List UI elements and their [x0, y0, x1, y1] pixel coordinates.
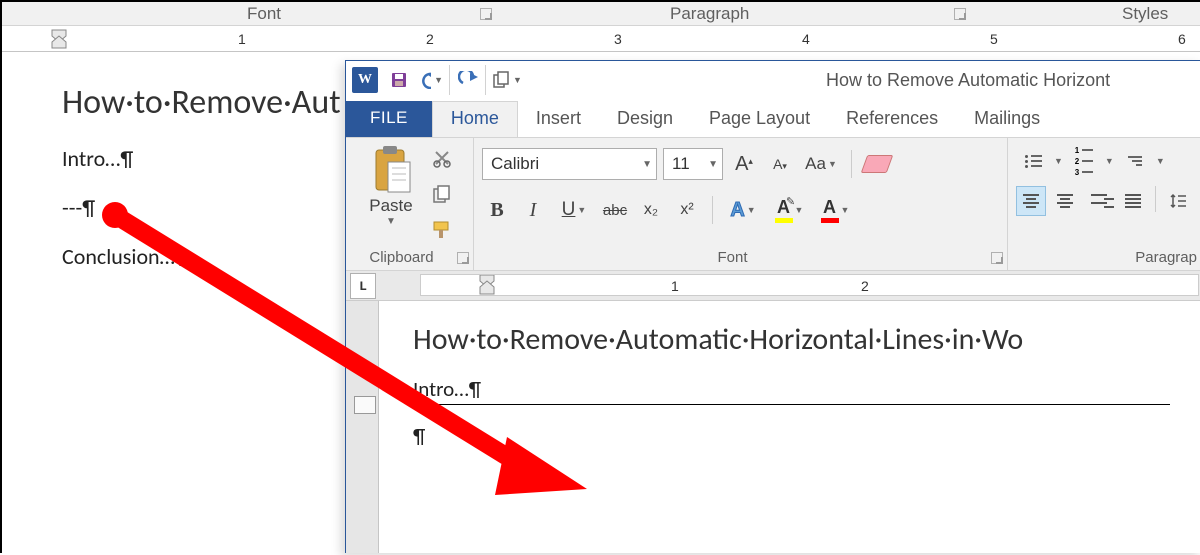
- ribbon-tabs: FILE Home Insert Design Page Layout Refe…: [346, 101, 1200, 137]
- tab-design[interactable]: Design: [599, 101, 691, 137]
- ruler-num: 5: [990, 31, 998, 47]
- tab-insert[interactable]: Insert: [518, 101, 599, 137]
- cut-button[interactable]: [428, 144, 456, 172]
- tab-home[interactable]: Home: [432, 101, 518, 138]
- highlight-button[interactable]: A✎ ▼: [769, 195, 809, 225]
- paste-button[interactable]: Paste ▼: [354, 144, 428, 227]
- underline-button[interactable]: U▼: [554, 195, 594, 225]
- window-title: How to Remove Automatic Horizont: [826, 70, 1110, 91]
- indent-marker-icon[interactable]: [50, 28, 68, 50]
- ruler-num: 1: [238, 31, 246, 47]
- copy-button[interactable]: ▼: [492, 65, 522, 95]
- fg-ruler-area: L 1 2: [346, 271, 1200, 301]
- foreground-word-window: W ▼ ▼ How to Remove Automatic Horizont F…: [345, 60, 1200, 553]
- italic-button[interactable]: I: [518, 195, 548, 225]
- align-center-button[interactable]: [1050, 186, 1080, 216]
- ruler-num: 2: [426, 31, 434, 47]
- font-group-label: Font: [474, 249, 991, 266]
- grow-font-button[interactable]: A▴: [729, 149, 759, 179]
- quick-access-toolbar: W ▼ ▼: [352, 65, 522, 95]
- numbering-button[interactable]: 123: [1067, 146, 1101, 176]
- tab-file[interactable]: FILE: [346, 101, 432, 137]
- indent-marker-icon[interactable]: [479, 274, 495, 296]
- paste-label: Paste: [354, 196, 428, 216]
- undo-button[interactable]: ▼: [420, 65, 450, 95]
- chevron-down-icon[interactable]: ▼: [354, 216, 428, 227]
- paragraph-dialog-launcher-icon[interactable]: [954, 8, 966, 20]
- multilevel-list-button[interactable]: [1118, 146, 1152, 176]
- line-spacing-button[interactable]: [1163, 186, 1193, 216]
- word-app-icon[interactable]: W: [352, 67, 378, 93]
- paragraph-group: ▼ 123 ▼ ▼ Paragrap: [1008, 138, 1200, 270]
- font-dialog-launcher-icon[interactable]: [480, 8, 492, 20]
- font-size-combo[interactable]: 11 ▼: [663, 148, 723, 180]
- autocorrect-options-icon[interactable]: [354, 396, 376, 414]
- clipboard-group: Paste ▼ Clipboard: [346, 138, 474, 270]
- fg-horizontal-ruler[interactable]: 1 2: [420, 274, 1199, 296]
- bg-horizontal-ruler[interactable]: 1 2 3 4 5 6: [2, 26, 1200, 52]
- doc-title: How·to·Remove·Automatic·Horizontal·Lines…: [413, 321, 1170, 358]
- fg-document-page[interactable]: How·to·Remove·Automatic·Horizontal·Lines…: [378, 301, 1200, 553]
- chevron-down-icon: ▼: [636, 159, 652, 170]
- tab-page-layout[interactable]: Page Layout: [691, 101, 828, 137]
- tab-selector[interactable]: L: [350, 273, 376, 299]
- fg-document-area: How·to·Remove·Automatic·Horizontal·Lines…: [346, 301, 1200, 553]
- horizontal-line: [413, 404, 1170, 405]
- title-bar: W ▼ ▼ How to Remove Automatic Horizont: [346, 61, 1200, 101]
- font-color-swatch: [821, 218, 839, 223]
- group-label-font: Font: [247, 4, 281, 24]
- doc-line: Intro…¶: [413, 376, 1170, 402]
- strikethrough-button[interactable]: abc: [600, 195, 630, 225]
- clear-formatting-button[interactable]: [862, 149, 892, 179]
- clipboard-dialog-launcher-icon[interactable]: [457, 252, 469, 264]
- subscript-button[interactable]: x₂: [636, 195, 666, 225]
- clipboard-group-label: Clipboard: [346, 249, 457, 266]
- font-size-value: 11: [672, 154, 690, 174]
- format-painter-button[interactable]: [428, 216, 456, 244]
- superscript-button[interactable]: x²: [672, 195, 702, 225]
- save-icon[interactable]: [384, 65, 414, 95]
- paragraph-group-label: Paragrap: [1008, 249, 1197, 266]
- text-effects-button[interactable]: A▼: [723, 195, 763, 225]
- highlight-color-swatch: [775, 218, 793, 223]
- bullets-button[interactable]: [1016, 146, 1050, 176]
- font-color-button[interactable]: A ▼: [815, 195, 855, 225]
- change-case-button[interactable]: Aa▼: [801, 149, 841, 179]
- font-name-value: Calibri: [491, 154, 539, 174]
- tab-mailings[interactable]: Mailings: [956, 101, 1058, 137]
- doc-line: ¶: [413, 423, 1170, 449]
- font-group: Calibri ▼ 11 ▼ A▴ A▾ Aa▼ B I U▼ abc x₂: [474, 138, 1008, 270]
- ribbon: Paste ▼ Clipboard Calibri ▼ 11 ▼: [346, 137, 1200, 271]
- tab-references[interactable]: References: [828, 101, 956, 137]
- align-justify-button[interactable]: [1118, 186, 1148, 216]
- font-name-combo[interactable]: Calibri ▼: [482, 148, 657, 180]
- group-label-paragraph: Paragraph: [670, 4, 749, 24]
- align-right-button[interactable]: [1084, 186, 1114, 216]
- group-label-styles: Styles: [1122, 4, 1168, 24]
- ruler-num: 2: [861, 278, 869, 294]
- bg-ribbon-group-row: Font Paragraph Styles: [2, 2, 1200, 26]
- copy-ribbon-button[interactable]: [428, 180, 456, 208]
- ruler-num: 3: [614, 31, 622, 47]
- redo-button[interactable]: [456, 65, 486, 95]
- bold-button[interactable]: B: [482, 195, 512, 225]
- ruler-num: 4: [802, 31, 810, 47]
- chevron-down-icon: ▼: [702, 159, 718, 170]
- font-dialog-launcher-icon[interactable]: [991, 252, 1003, 264]
- align-left-button[interactable]: [1016, 186, 1046, 216]
- shrink-font-button[interactable]: A▾: [765, 149, 795, 179]
- ruler-num: 1: [671, 278, 679, 294]
- ruler-num: 6: [1178, 31, 1186, 47]
